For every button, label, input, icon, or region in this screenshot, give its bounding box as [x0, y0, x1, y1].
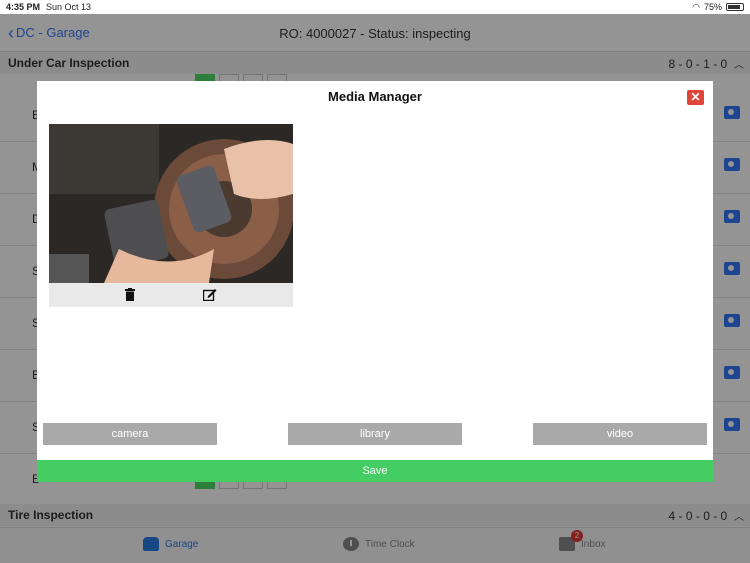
status-bar: 4:35 PM Sun Oct 13 ◠ 75%	[0, 0, 750, 14]
modal-title: Media Manager	[328, 89, 422, 104]
video-button[interactable]: video	[533, 423, 707, 445]
thumbnail-actions	[49, 283, 293, 307]
battery-icon	[726, 3, 744, 11]
camera-button[interactable]: camera	[43, 423, 217, 445]
battery-percent: 75%	[703, 2, 722, 12]
edit-icon[interactable]	[203, 288, 217, 301]
wifi-icon: ◠	[692, 1, 700, 12]
status-right: ◠ 75%	[692, 2, 744, 13]
status-date: Sun Oct 13	[46, 2, 92, 12]
save-button[interactable]: Save	[37, 460, 713, 482]
status-time: 4:35 PM	[6, 2, 41, 12]
trash-icon[interactable]	[125, 288, 135, 301]
brake-pad-photo	[49, 124, 293, 283]
media-manager-modal: Media Manager ✕ camera library video Sav…	[37, 81, 713, 482]
library-button[interactable]: library	[288, 423, 462, 445]
close-button[interactable]: ✕	[687, 90, 704, 105]
media-thumbnail[interactable]	[49, 124, 293, 307]
